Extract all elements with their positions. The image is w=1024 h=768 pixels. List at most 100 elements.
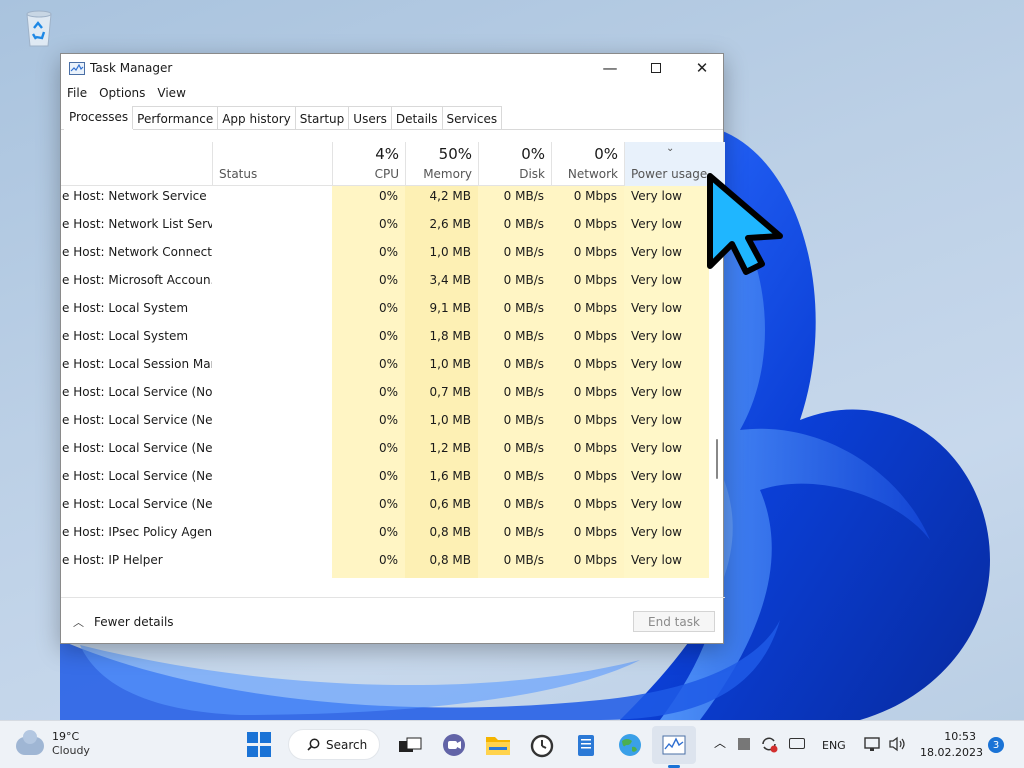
header-disk-label: Disk	[519, 167, 545, 181]
header-power-label: Power usage	[631, 167, 708, 181]
table-row[interactable]: e Host: Local Service (Net... 0% 1,6 MB 0 M…	[61, 466, 709, 494]
table-row[interactable]: e Host: Network List Service 0% 2,6 MB 0 MB…	[61, 214, 709, 242]
cell-network: 0 Mbps	[573, 245, 617, 259]
header-network-pct: 0%	[594, 145, 618, 163]
mouse-cursor-icon	[706, 172, 786, 279]
sort-chevron-icon: ⌄	[666, 143, 675, 154]
tab-performance[interactable]: Performance	[132, 106, 219, 129]
notification-badge[interactable]: 3	[988, 737, 1004, 753]
clock[interactable]: 10:53 18.02.2023	[920, 729, 983, 761]
table-row[interactable]: e Host: IP Helper 0% 0,8 MB 0 MB/s 0 Mbps Ver…	[61, 550, 709, 578]
sync-icon[interactable]	[760, 735, 778, 756]
header-disk-pct: 0%	[521, 145, 545, 163]
task-manager-window: Task Manager — ✕ File Options View Proce…	[60, 53, 725, 644]
menu-bar: File Options View	[61, 82, 723, 104]
table-row[interactable]: e Host: Local Service (Net... 0% 1,2 MB 0 M…	[61, 438, 709, 466]
cell-network: 0 Mbps	[573, 301, 617, 315]
cell-cpu: 0%	[378, 245, 398, 259]
cell-disk: 0 MB/s	[503, 413, 544, 427]
tab-startup[interactable]: Startup	[294, 106, 350, 129]
notepad-icon	[578, 735, 594, 756]
task-manager-taskbar-button[interactable]	[661, 732, 687, 758]
notepad-button[interactable]	[573, 732, 599, 758]
keyboard-icon[interactable]	[789, 738, 805, 749]
header-cpu[interactable]: 4% CPU	[332, 142, 405, 186]
header-memory[interactable]: 50% Memory	[405, 142, 478, 186]
cell-disk: 0 MB/s	[503, 525, 544, 539]
table-row[interactable]: e Host: Local Service (No ... 0% 0,7 MB 0 M…	[61, 382, 709, 410]
weather-widget[interactable]: 19°C Cloudy	[16, 730, 90, 758]
header-network[interactable]: 0% Network	[551, 142, 624, 186]
cell-power: Very low	[631, 245, 682, 259]
maximize-button[interactable]	[633, 54, 679, 82]
tab-services[interactable]: Services	[441, 106, 503, 129]
table-header: Status 4% CPU 50% Memory 0% Disk 0% Netw…	[61, 142, 725, 186]
table-row[interactable]: e Host: IPsec Policy Agent 0% 0,8 MB 0 MB/s…	[61, 522, 709, 550]
cell-name: e Host: Local Service (Net...	[62, 413, 212, 427]
table-row[interactable]: e Host: Local Service (Net... 0% 0,6 MB 0 M…	[61, 494, 709, 522]
menu-options[interactable]: Options	[99, 82, 151, 104]
menu-file[interactable]: File	[67, 82, 93, 104]
cell-name: e Host: Local Service (Net...	[62, 497, 212, 511]
header-memory-label: Memory	[423, 167, 472, 181]
tab-details[interactable]: Details	[390, 106, 443, 129]
tab-processes[interactable]: Processes	[64, 106, 134, 130]
cell-memory: 0,8 MB	[429, 553, 471, 567]
table-row[interactable]: e Host: Network Connecti... 0% 1,0 MB 0 MB/…	[61, 242, 709, 270]
table-row[interactable]: e Host: Local System 0% 1,8 MB 0 MB/s 0 Mbps…	[61, 326, 709, 354]
cell-power: Very low	[631, 189, 682, 203]
taskbar: 19°C Cloudy Search ︿ ENG 10:53 18.02.202…	[0, 720, 1024, 768]
tab-app-history[interactable]: App history	[217, 106, 296, 129]
chat-button[interactable]	[441, 732, 467, 758]
search-label: Search	[326, 737, 368, 752]
minimize-button[interactable]: —	[587, 54, 633, 82]
cell-name: e Host: Network Connecti...	[62, 245, 212, 259]
title-bar[interactable]: Task Manager — ✕	[61, 54, 723, 82]
cell-memory: 0,8 MB	[429, 525, 471, 539]
end-task-button[interactable]: End task	[633, 611, 715, 632]
header-memory-pct: 50%	[438, 145, 472, 163]
search-icon	[307, 738, 320, 751]
table-row[interactable]: e Host: Local Service (Net... 0% 1,0 MB 0 M…	[61, 410, 709, 438]
task-view-button[interactable]	[397, 732, 423, 758]
cell-memory: 0,7 MB	[429, 385, 471, 399]
cell-name: e Host: Local Session Man...	[62, 357, 212, 371]
table-row[interactable]: e Host: Local System 0% 9,1 MB 0 MB/s 0 Mbps…	[61, 298, 709, 326]
taskbar-search[interactable]: Search	[288, 729, 380, 760]
close-button[interactable]: ✕	[679, 54, 725, 82]
cell-name: e Host: Microsoft Accoun...	[62, 273, 212, 287]
cell-name: e Host: Local System	[62, 329, 189, 343]
header-disk[interactable]: 0% Disk	[478, 142, 551, 186]
chat-icon	[443, 734, 465, 756]
table-row[interactable]: e Host: Microsoft Accoun... 0% 3,4 MB 0 MB/…	[61, 270, 709, 298]
clock-date: 18.02.2023	[920, 746, 983, 759]
cell-name: e Host: Local Service (No ...	[62, 385, 212, 399]
show-hidden-icons-chevron-icon[interactable]: ︿	[714, 734, 726, 751]
fewer-details-button[interactable]: ︿ Fewer details	[73, 614, 174, 630]
file-explorer-button[interactable]	[485, 732, 511, 758]
tray-app-icon[interactable]	[738, 738, 750, 750]
start-button[interactable]	[247, 732, 273, 758]
tab-users[interactable]: Users	[348, 106, 392, 129]
cell-disk: 0 MB/s	[503, 217, 544, 231]
fewer-details-label: Fewer details	[94, 615, 174, 629]
network-icon[interactable]	[864, 736, 882, 755]
table-row[interactable]: e Host: Network Service 0% 4,2 MB 0 MB/s 0 M…	[61, 186, 709, 214]
maximize-icon	[651, 63, 661, 73]
volume-icon[interactable]	[888, 736, 906, 755]
vertical-scrollbar[interactable]	[716, 439, 718, 479]
photos-button[interactable]	[617, 732, 643, 758]
cell-disk: 0 MB/s	[503, 553, 544, 567]
start-icon	[247, 732, 258, 743]
clock-app-button[interactable]	[529, 732, 555, 758]
recycle-bin[interactable]	[18, 8, 60, 48]
menu-view[interactable]: View	[157, 82, 191, 104]
input-language[interactable]: ENG	[822, 739, 846, 752]
cell-cpu: 0%	[378, 385, 398, 399]
header-status[interactable]: Status	[212, 142, 332, 186]
cell-disk: 0 MB/s	[503, 329, 544, 343]
folder-icon	[486, 737, 510, 755]
table-row[interactable]: e Host: Local Session Man... 0% 1,0 MB 0 MB…	[61, 354, 709, 382]
cell-cpu: 0%	[378, 497, 398, 511]
cell-power: Very low	[631, 497, 682, 511]
